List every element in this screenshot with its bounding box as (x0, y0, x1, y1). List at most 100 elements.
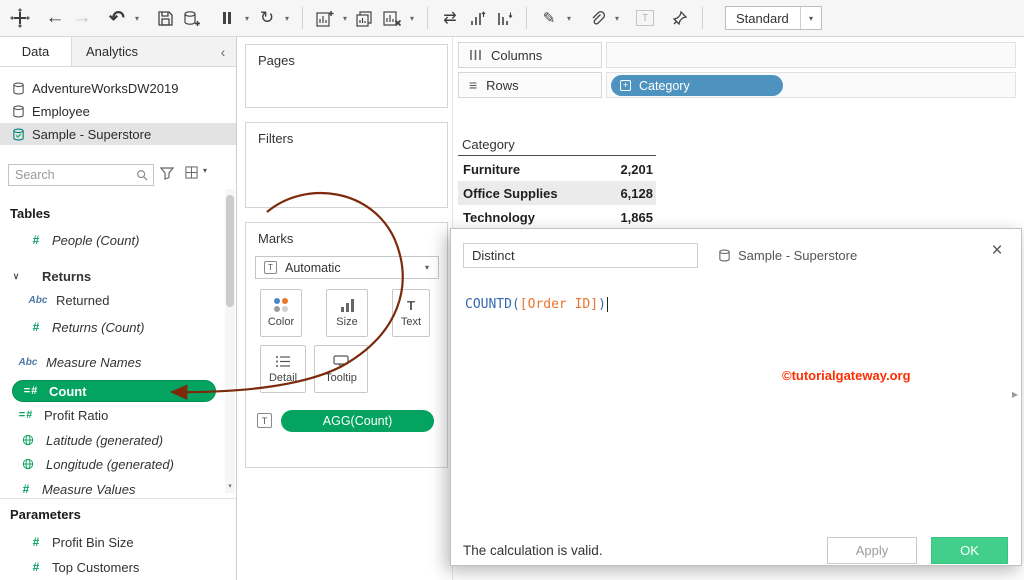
field-measure-values[interactable]: # Measure Values (0, 478, 226, 500)
duplicate-sheet-button[interactable] (353, 4, 377, 32)
pause-caret-icon[interactable]: ▾ (242, 14, 252, 23)
group-members-button[interactable] (585, 4, 609, 32)
abc-icon: Abc (16, 357, 40, 368)
clear-sheet-button[interactable] (380, 4, 404, 32)
pause-updates-button[interactable] (215, 4, 239, 32)
field-returns-count[interactable]: # Returns (Count) (0, 316, 226, 338)
datasource-item[interactable]: AdventureWorksDW2019 (0, 77, 236, 99)
forward-button[interactable]: → (70, 4, 94, 32)
database-icon (12, 105, 25, 118)
size-button[interactable]: Size (326, 289, 368, 337)
database-icon (718, 249, 731, 262)
search-box[interactable] (8, 164, 154, 186)
search-input[interactable] (9, 168, 131, 182)
agg-count-pill[interactable]: AGG(Count) (281, 410, 434, 432)
detail-button[interactable]: Detail (260, 345, 306, 393)
columns-shelf[interactable] (606, 42, 1016, 68)
save-button[interactable] (153, 4, 177, 32)
fields-scrollbar[interactable]: ▾ (225, 189, 235, 493)
viz-row[interactable]: Furniture 2,201 (458, 157, 656, 181)
tab-analytics[interactable]: Analytics (72, 37, 152, 66)
datasource-item[interactable]: Employee (0, 100, 236, 122)
new-datasource-button[interactable] (180, 4, 204, 32)
toolbar-divider (427, 7, 428, 29)
color-icon (274, 298, 288, 312)
field-measure-names[interactable]: Abc Measure Names (0, 351, 226, 373)
ok-button[interactable]: OK (931, 537, 1008, 564)
apply-button[interactable]: Apply (827, 537, 917, 564)
field-people-count[interactable]: # People (Count) (0, 229, 226, 251)
field-returned[interactable]: Abc Returned (0, 289, 226, 311)
datasource-item-selected[interactable]: Sample - Superstore (0, 123, 236, 145)
refresh-icon: ↻ (260, 8, 274, 28)
forward-icon: → (73, 7, 92, 29)
detail-icon (275, 355, 291, 368)
tab-data[interactable]: Data (0, 37, 72, 66)
view-options-caret-icon[interactable]: ▾ (203, 166, 207, 175)
funnel-icon (160, 166, 174, 180)
formula-editor[interactable]: COUNTD([Order ID]) (465, 297, 608, 312)
highlight-caret-icon[interactable]: ▾ (564, 14, 574, 23)
viz-header-underline (458, 155, 656, 156)
view-options-button[interactable] (185, 166, 198, 179)
viz-column-header[interactable]: Category (462, 134, 515, 154)
chevron-down-icon[interactable]: ∨ (8, 271, 24, 282)
field-count-selected[interactable]: =# Count (12, 380, 216, 402)
color-button[interactable]: Color (260, 289, 302, 337)
marks-card[interactable]: Marks T Automatic ▾ Color Size T Text De… (245, 222, 448, 468)
new-worksheet-icon (316, 10, 334, 27)
filter-fields-button[interactable] (160, 166, 174, 180)
expand-side-panel-icon[interactable]: ▸ (1012, 387, 1018, 401)
mark-type-caret-icon[interactable]: ▾ (416, 263, 438, 272)
field-longitude[interactable]: Longitude (generated) (0, 453, 226, 475)
new-worksheet-button[interactable] (313, 4, 337, 32)
fit-selector[interactable]: Standard ▾ (725, 6, 822, 30)
number-icon: # (26, 560, 46, 574)
undo-caret-icon[interactable]: ▾ (132, 14, 142, 23)
tooltip-button[interactable]: Tooltip (314, 345, 368, 393)
columns-shelf-label: Columns (458, 42, 602, 68)
undo-button[interactable]: ↶ (105, 4, 129, 32)
viz-row[interactable]: Technology 1,865 (458, 205, 656, 229)
refresh-caret-icon[interactable]: ▾ (282, 14, 292, 23)
swap-axes-button[interactable]: ⇄ (438, 4, 462, 32)
scrollbar-thumb[interactable] (226, 195, 234, 307)
show-mark-labels-button[interactable]: T (633, 4, 657, 32)
back-button[interactable]: ← (43, 4, 67, 32)
group-caret-icon[interactable]: ▾ (612, 14, 622, 23)
parameter-top-customers[interactable]: # Top Customers (0, 556, 226, 578)
collapse-panel-icon[interactable]: ‹ (210, 37, 236, 66)
sort-descending-button[interactable] (492, 4, 516, 32)
calculation-name-input[interactable] (463, 243, 698, 268)
field-group-returns[interactable]: ∨ Returns (0, 265, 226, 287)
mark-type-dropdown[interactable]: T Automatic ▾ (255, 256, 439, 279)
undo-icon: ↶ (109, 7, 125, 30)
sort-ascending-button[interactable] (465, 4, 489, 32)
watermark-text: ©tutorialgateway.org (782, 368, 911, 383)
new-worksheet-caret-icon[interactable]: ▾ (340, 14, 350, 23)
highlight-button[interactable]: ✎ (537, 4, 561, 32)
number-icon: # (26, 233, 46, 247)
filters-card[interactable]: Filters (245, 122, 448, 208)
grid-view-icon (185, 166, 198, 179)
parameter-profit-bin-size[interactable]: # Profit Bin Size (0, 531, 226, 553)
category-pill[interactable]: + Category (611, 75, 783, 96)
field-profit-ratio[interactable]: =# Profit Ratio (0, 404, 226, 426)
text-button[interactable]: T Text (392, 289, 430, 337)
field-latitude[interactable]: Latitude (generated) (0, 429, 226, 451)
fit-selector-caret-icon[interactable]: ▾ (800, 7, 821, 29)
mark-type-value: Automatic (285, 261, 341, 275)
expand-plus-icon[interactable]: + (620, 80, 631, 91)
tables-section-label: Tables (10, 203, 50, 223)
text-icon: T (407, 299, 415, 312)
pages-card[interactable]: Pages (245, 44, 448, 108)
scroll-down-icon[interactable]: ▾ (225, 479, 235, 493)
refresh-button[interactable]: ↻ (255, 4, 279, 32)
paperclip-icon (589, 10, 605, 26)
save-icon (157, 10, 174, 27)
fix-axes-button[interactable] (668, 4, 692, 32)
add-data-icon (183, 10, 201, 27)
clear-sheet-caret-icon[interactable]: ▾ (407, 14, 417, 23)
viz-row[interactable]: Office Supplies 6,128 (458, 181, 656, 205)
close-icon[interactable]: × (985, 239, 1009, 263)
